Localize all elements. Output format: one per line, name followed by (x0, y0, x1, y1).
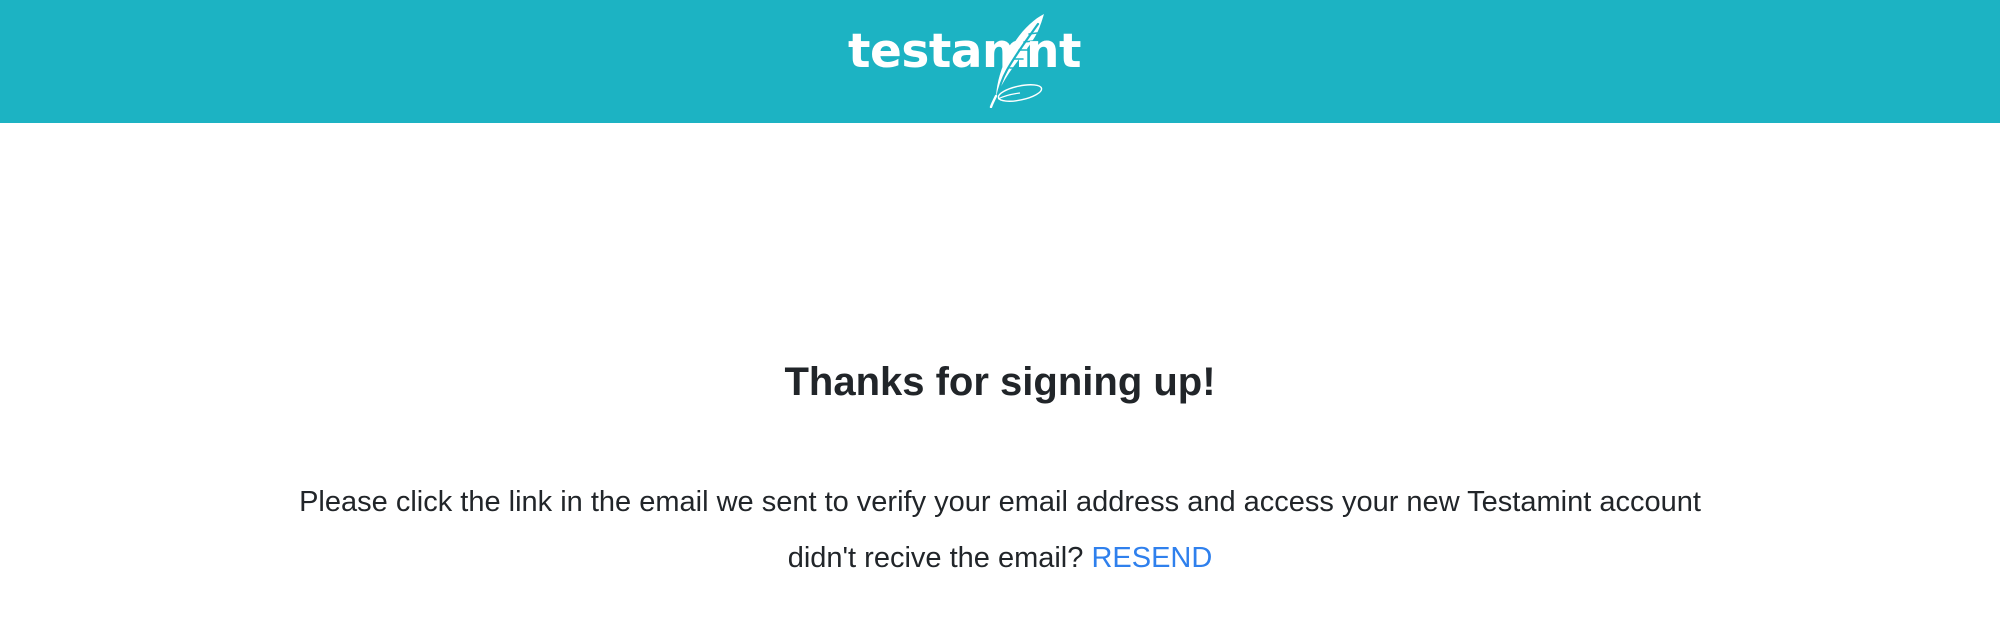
testamint-logo[interactable]: testam nt (848, 12, 1098, 108)
verification-message: Please click the link in the email we se… (299, 486, 1701, 518)
resend-link[interactable]: RESEND (1091, 542, 1212, 574)
logo-text-right: nt (1026, 24, 1081, 79)
page-title: Thanks for signing up! (784, 360, 1216, 404)
resend-prompt: didn't recive the email? (787, 542, 1084, 574)
site-header: testam nt (0, 0, 2000, 123)
resend-row: didn't recive the email? RESEND (0, 541, 2000, 576)
confirmation-panel: Thanks for signing up! Please click the … (0, 123, 2000, 629)
